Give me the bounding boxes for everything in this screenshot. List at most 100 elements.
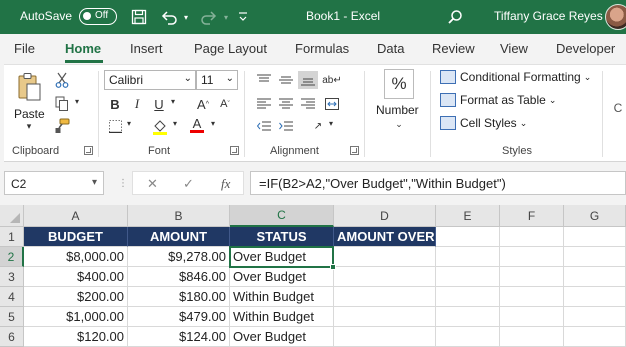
column-header-c[interactable]: C (230, 205, 334, 227)
cell-c3[interactable]: Over Budget (230, 267, 334, 287)
orientation-dropdown-icon[interactable]: ▾ (326, 119, 336, 128)
undo-dropdown-icon[interactable]: ▾ (180, 6, 192, 28)
column-header-e[interactable]: E (436, 205, 500, 227)
enter-icon[interactable]: ✓ (183, 176, 194, 192)
cell-b6[interactable]: $124.00 (128, 327, 230, 347)
cell-b5[interactable]: $479.00 (128, 307, 230, 327)
fill-color-icon[interactable] (150, 117, 170, 135)
tab-data[interactable]: Data (377, 41, 404, 56)
header-cell-amount[interactable]: AMOUNT (128, 227, 230, 247)
cell-c2[interactable]: Over Budget (230, 247, 334, 267)
row-header-6[interactable]: 6 (0, 327, 24, 347)
bold-icon[interactable]: B (106, 95, 124, 113)
tab-insert[interactable]: Insert (130, 41, 163, 56)
row-header-3[interactable]: 3 (0, 267, 24, 287)
tab-page-layout[interactable]: Page Layout (194, 41, 267, 56)
more-options-icon[interactable]: ⋮ (118, 178, 128, 189)
decrease-font-size-icon[interactable]: Aˇ (216, 95, 234, 113)
fill-handle[interactable] (330, 264, 336, 270)
tab-view[interactable]: View (500, 41, 528, 56)
clipboard-launcher-icon[interactable] (84, 146, 93, 155)
wrap-text-icon[interactable]: ab↵ (322, 71, 342, 89)
cell-d5[interactable] (334, 307, 436, 327)
header-cell-status[interactable]: STATUS (230, 227, 334, 247)
cell-b3[interactable]: $846.00 (128, 267, 230, 287)
cell-c6[interactable]: Over Budget (230, 327, 334, 347)
number-button[interactable]: Number (376, 103, 419, 117)
column-header-a[interactable]: A (24, 205, 128, 227)
cell-a5[interactable]: $1,000.00 (24, 307, 128, 327)
font-color-dropdown-icon[interactable]: ▾ (208, 119, 218, 128)
cut-icon[interactable] (52, 71, 72, 89)
font-name-select[interactable]: Calibri ⌄ (104, 70, 196, 90)
cell-c5[interactable]: Within Budget (230, 307, 334, 327)
font-launcher-icon[interactable] (230, 146, 239, 155)
user-name[interactable]: Tiffany Grace Reyes (494, 9, 603, 23)
cell-empty[interactable] (436, 227, 500, 247)
borders-icon[interactable] (106, 117, 124, 135)
decrease-indent-icon[interactable] (254, 117, 274, 135)
copy-icon[interactable] (52, 95, 72, 113)
increase-font-size-icon[interactable]: A ^ (194, 95, 212, 113)
select-all-corner[interactable] (0, 205, 24, 227)
align-bottom-icon[interactable] (298, 71, 318, 89)
cell-c4[interactable]: Within Budget (230, 287, 334, 307)
cell-d6[interactable] (334, 327, 436, 347)
tab-formulas[interactable]: Formulas (295, 41, 349, 56)
increase-indent-icon[interactable] (276, 117, 296, 135)
user-avatar[interactable] (605, 4, 626, 30)
cell-empty[interactable] (564, 227, 626, 247)
tab-file[interactable]: File (14, 41, 35, 56)
align-center-icon[interactable] (276, 95, 296, 113)
cell-d2[interactable] (334, 247, 436, 267)
copy-dropdown-icon[interactable]: ▾ (72, 97, 82, 106)
formula-input[interactable]: =IF(B2>A2,"Over Budget","Within Budget") (250, 171, 626, 195)
format-as-table-button[interactable]: Format as Table ⌄ (440, 93, 556, 107)
tab-review[interactable]: Review (432, 41, 475, 56)
redo-dropdown-icon[interactable]: ▾ (220, 6, 232, 28)
cell-d3[interactable] (334, 267, 436, 287)
cell-a4[interactable]: $200.00 (24, 287, 128, 307)
header-cell-budget[interactable]: BUDGET (24, 227, 128, 247)
number-format-icon[interactable]: % (384, 69, 414, 99)
search-icon[interactable] (444, 6, 466, 28)
redo-icon[interactable] (198, 6, 220, 28)
align-middle-icon[interactable] (276, 71, 296, 89)
alignment-launcher-icon[interactable] (350, 146, 359, 155)
paste-dropdown-icon[interactable]: ▾ (22, 121, 36, 132)
align-top-icon[interactable] (254, 71, 274, 89)
row-header-4[interactable]: 4 (0, 287, 24, 307)
cell-empty[interactable] (564, 327, 626, 347)
cell-empty[interactable] (436, 307, 500, 327)
underline-dropdown-icon[interactable]: ▾ (168, 97, 178, 106)
cell-empty[interactable] (500, 307, 564, 327)
undo-icon[interactable] (158, 6, 180, 28)
cell-empty[interactable] (500, 327, 564, 347)
cell-empty[interactable] (500, 227, 564, 247)
cell-empty[interactable] (436, 287, 500, 307)
paste-icon[interactable] (14, 71, 44, 103)
borders-dropdown-icon[interactable]: ▾ (124, 119, 134, 128)
cell-empty[interactable] (436, 247, 500, 267)
orientation-icon[interactable]: ↗ (308, 117, 328, 135)
column-header-b[interactable]: B (128, 205, 230, 227)
cell-empty[interactable] (436, 327, 500, 347)
row-header-5[interactable]: 5 (0, 307, 24, 327)
customize-toolbar-icon[interactable] (236, 6, 250, 28)
cell-a6[interactable]: $120.00 (24, 327, 128, 347)
cell-empty[interactable] (500, 287, 564, 307)
align-left-icon[interactable] (254, 95, 274, 113)
row-header-2[interactable]: 2 (0, 247, 24, 267)
conditional-formatting-button[interactable]: Conditional Formatting ⌄ (440, 70, 591, 84)
column-header-d[interactable]: D (334, 205, 436, 227)
name-box[interactable]: C2 ▾ (4, 171, 104, 195)
cell-b4[interactable]: $180.00 (128, 287, 230, 307)
underline-icon[interactable]: U (150, 95, 168, 113)
cell-empty[interactable] (564, 287, 626, 307)
format-painter-icon[interactable] (52, 117, 72, 135)
header-cell-amount-over[interactable]: AMOUNT OVER (334, 227, 436, 247)
column-header-f[interactable]: F (500, 205, 564, 227)
cell-a2[interactable]: $8,000.00 (24, 247, 128, 267)
cell-empty[interactable] (564, 247, 626, 267)
cells-group-icon[interactable]: C (610, 101, 626, 115)
